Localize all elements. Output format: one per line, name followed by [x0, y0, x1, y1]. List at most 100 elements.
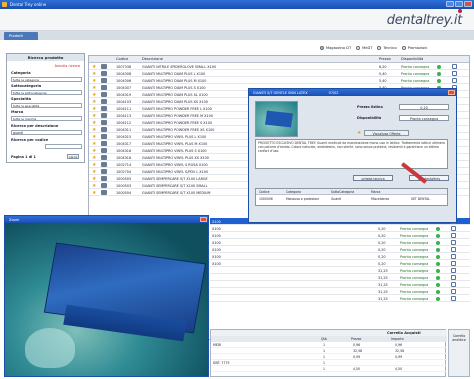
cart-row[interactable]: 1 4,50 4,50	[211, 366, 447, 372]
filter-option[interactable]: Promozioni	[401, 46, 428, 50]
descrizione-label: Ricerca per descrizione	[11, 124, 59, 128]
product-price: 0,20	[378, 247, 386, 252]
search-button[interactable]: cerca	[67, 154, 79, 159]
product-availability: Pronta consegna	[400, 226, 429, 231]
product-availability: Pronta consegna	[400, 233, 429, 238]
categoria-label: Categoria	[11, 71, 31, 75]
detail-info-table: Codice Categoria SottoCategoria Marca 10…	[255, 188, 448, 206]
detail-description: PRODOTTO ESCLUSIVO DENTAL TREY. Guanti m…	[255, 139, 448, 169]
product-row[interactable]: X100 0,20 Pronta consegna	[210, 239, 470, 246]
maximize-button[interactable]	[455, 1, 463, 7]
product-row[interactable]: X100 0,20 Pronta consegna	[210, 232, 470, 239]
visualizza-offerta-button[interactable]: Visualizza Offerta	[364, 130, 409, 136]
product-row[interactable]: X100 0,20 Pronta consegna	[210, 246, 470, 253]
add-to-cart-icon[interactable]	[451, 268, 456, 273]
filter-option-label: Magazzino DT	[326, 46, 352, 50]
category-icon	[101, 71, 107, 76]
product-code: 1004307	[116, 85, 132, 90]
radio-icon[interactable]	[356, 46, 361, 50]
cart-importo: 0,99	[395, 355, 403, 359]
product-description: GUANTI MULTIPRO POWDER FREE L X100	[142, 106, 212, 111]
product-row[interactable]: ★ 1004306 GUANTI MULTIPRO DIAM PLUS M X100…	[89, 77, 469, 84]
radio-icon[interactable]	[377, 46, 382, 50]
reset-search-link[interactable]: Annulla ricerca	[55, 64, 80, 68]
prezzo-listino-label: Prezzo listino	[357, 105, 383, 109]
specialita-select[interactable]: tutte le specialità	[11, 103, 82, 108]
detail-close-button[interactable]	[448, 90, 455, 95]
product-row[interactable]: X100 0,20 Pronta consegna	[210, 225, 470, 232]
category-icon	[101, 127, 107, 132]
add-to-cart-icon[interactable]	[451, 254, 456, 259]
marca-select[interactable]: tutte le marche	[11, 116, 82, 121]
cart-analytic-button[interactable]: Carrello analitico	[448, 329, 470, 377]
detail-product-image[interactable]	[255, 101, 298, 137]
cart-prezzo: 0,99	[353, 355, 361, 359]
filter-option[interactable]: Tecnico	[377, 46, 397, 50]
product-row[interactable]: X100 0,20 Pronta consegna	[210, 253, 470, 260]
add-to-cart-icon[interactable]	[451, 282, 456, 287]
sottocategoria-select[interactable]: tutte le sottocategorie	[11, 90, 82, 95]
add-to-cart-icon[interactable]	[451, 275, 456, 280]
add-to-cart-icon[interactable]	[452, 78, 457, 83]
product-description: X100	[212, 226, 221, 231]
product-description: GUANTI SEMPERCARE S/T X100 LARGE	[142, 176, 208, 181]
minimize-button[interactable]	[446, 1, 454, 7]
product-description: GUANTI MULTIPRO DIAM PLUS S X100	[142, 85, 206, 90]
radio-icon[interactable]	[401, 46, 406, 50]
cart-importo: 4,50	[395, 367, 403, 371]
cart-qta: 1	[323, 349, 326, 353]
product-code: 1000504	[116, 190, 132, 195]
category-icon	[101, 64, 107, 69]
add-to-cart-icon[interactable]	[451, 289, 456, 294]
add-to-cart-icon[interactable]	[452, 64, 457, 69]
add-to-cart-icon[interactable]	[451, 226, 456, 231]
add-to-cart-icon[interactable]	[451, 296, 456, 301]
detail-val-marca-b: SET DENTAL	[411, 197, 430, 201]
add-to-cart-icon[interactable]	[451, 233, 456, 238]
categoria-select[interactable]: tutte le categorie	[11, 77, 82, 82]
product-description: GUANTI MULTIPRO VINYL S ROSA X100	[142, 162, 208, 167]
product-row[interactable]: 31,25 Pronta consegna	[210, 295, 470, 302]
add-to-cart-icon[interactable]	[451, 261, 456, 266]
cart-title: Carrello Acquisti	[387, 331, 421, 335]
detail-col-categoria: Categoria	[286, 190, 302, 194]
filter-option[interactable]: MeDT	[356, 46, 372, 50]
tab-prodotti[interactable]: Prodotti	[4, 32, 38, 40]
product-description: GUANTI SEMPERCARE S/T X100 MEDIUM	[142, 190, 211, 195]
disponibilita-value: Pronta consegna	[399, 115, 449, 121]
product-row[interactable]: X100 0,20 Pronta consegna	[210, 260, 470, 267]
product-row[interactable]: 31,25 Pronta consegna	[210, 288, 470, 295]
scheda-tecnica-button[interactable]: scheda tecnica	[353, 175, 393, 181]
category-icon	[101, 99, 107, 104]
category-icon	[101, 155, 107, 160]
radio-icon[interactable]	[320, 46, 324, 50]
add-to-cart-icon[interactable]	[452, 71, 457, 76]
product-description: X100	[212, 233, 221, 238]
add-to-cart-icon[interactable]	[451, 240, 456, 245]
product-row[interactable]: 31,25 Pronta consegna	[210, 281, 470, 288]
product-code: 1002704	[116, 169, 132, 174]
available-status-icon	[437, 71, 441, 76]
category-icon	[101, 134, 107, 139]
product-row[interactable]: ★ 1007338 GUANTI NITRILE SPIDERGLOVE SMALL…	[89, 63, 469, 70]
product-description: GUANTI MULTIPRO VINYL PLUS L X100	[142, 134, 207, 139]
product-row[interactable]: ★ 1004308 GUANTI MULTIPRO DIAM PLUS L X100…	[89, 70, 469, 77]
product-code: 1004103	[116, 99, 132, 104]
filter-option-label: Promozioni	[407, 46, 428, 50]
close-button[interactable]	[464, 1, 472, 7]
available-status-icon	[437, 64, 441, 69]
search-panel: Ricerca prodotto Annulla ricerca Categor…	[6, 53, 85, 163]
column-codice: Codice	[116, 57, 129, 61]
add-to-cart-icon[interactable]	[451, 247, 456, 252]
zoom-close-button[interactable]	[200, 217, 207, 222]
product-row[interactable]: 31,25 Pronta consegna	[210, 267, 470, 274]
favorite-star-icon[interactable]: ★	[357, 130, 361, 136]
product-availability: Pronta consegna	[400, 254, 429, 259]
favorite-star-icon[interactable]: ★	[92, 190, 96, 196]
filter-option[interactable]: Magazzino DT	[320, 46, 351, 50]
codice-input[interactable]	[45, 144, 82, 149]
product-availability: Pronta consegna	[400, 296, 429, 301]
product-row[interactable]: 31,25 Pronta consegna	[210, 274, 470, 281]
available-status-icon	[436, 261, 440, 266]
descrizione-input[interactable]: guanti	[11, 130, 82, 135]
